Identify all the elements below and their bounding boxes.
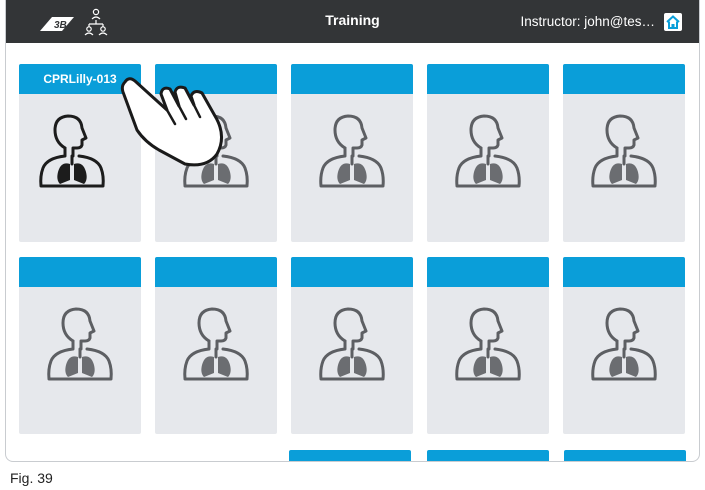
- manikin-card[interactable]: [427, 64, 549, 242]
- manikin-torso-icon: [453, 307, 523, 383]
- start-all-button[interactable]: Start all: [427, 450, 549, 461]
- manikin-card-header[interactable]: [427, 257, 549, 287]
- manikin-card[interactable]: [19, 257, 141, 434]
- manikin-torso-icon: [589, 114, 659, 190]
- manikin-torso-icon: [317, 114, 387, 190]
- manikin-card-header[interactable]: [563, 64, 685, 94]
- home-icon: [666, 15, 680, 29]
- manikin-torso-icon: [453, 114, 523, 190]
- figure-caption: Fig. 39: [8, 470, 55, 486]
- pointing-hand-icon: [120, 77, 223, 167]
- manikin-card-header[interactable]: [291, 64, 413, 94]
- manikin-card[interactable]: [155, 257, 277, 434]
- manikin-torso-icon: [37, 114, 107, 190]
- svg-text:3B: 3B: [54, 20, 67, 31]
- manikin-torso-icon: [589, 307, 659, 383]
- instructor-label[interactable]: Instructor: john@tes…: [520, 14, 655, 29]
- manikin-card[interactable]: [291, 64, 413, 242]
- manikin-torso-icon: [45, 307, 115, 383]
- manikin-card[interactable]: [291, 257, 413, 434]
- manikin-card[interactable]: [563, 257, 685, 434]
- manikin-card[interactable]: [563, 64, 685, 242]
- top-bar: 3B Training Instructor: john@tes…: [6, 0, 699, 43]
- manikin-torso-icon: [181, 307, 251, 383]
- network-icon[interactable]: [83, 7, 109, 37]
- start-selected-button[interactable]: Start selected: [289, 450, 411, 461]
- 3b-logo-icon: 3B: [40, 17, 74, 31]
- app-window: 3B Training Instructor: john@tes… CPRLil…: [5, 0, 700, 462]
- manikin-card-header[interactable]: [563, 257, 685, 287]
- manikin-card[interactable]: [427, 257, 549, 434]
- home-button[interactable]: [664, 13, 682, 31]
- manikin-card-header[interactable]: [19, 257, 141, 287]
- manikin-card-header[interactable]: [427, 64, 549, 94]
- stop-all-button[interactable]: Stop all: [564, 450, 686, 461]
- page-title: Training: [325, 12, 380, 28]
- manikin-card-header[interactable]: [291, 257, 413, 287]
- manikin-card-header[interactable]: [155, 257, 277, 287]
- manikin-torso-icon: [317, 307, 387, 383]
